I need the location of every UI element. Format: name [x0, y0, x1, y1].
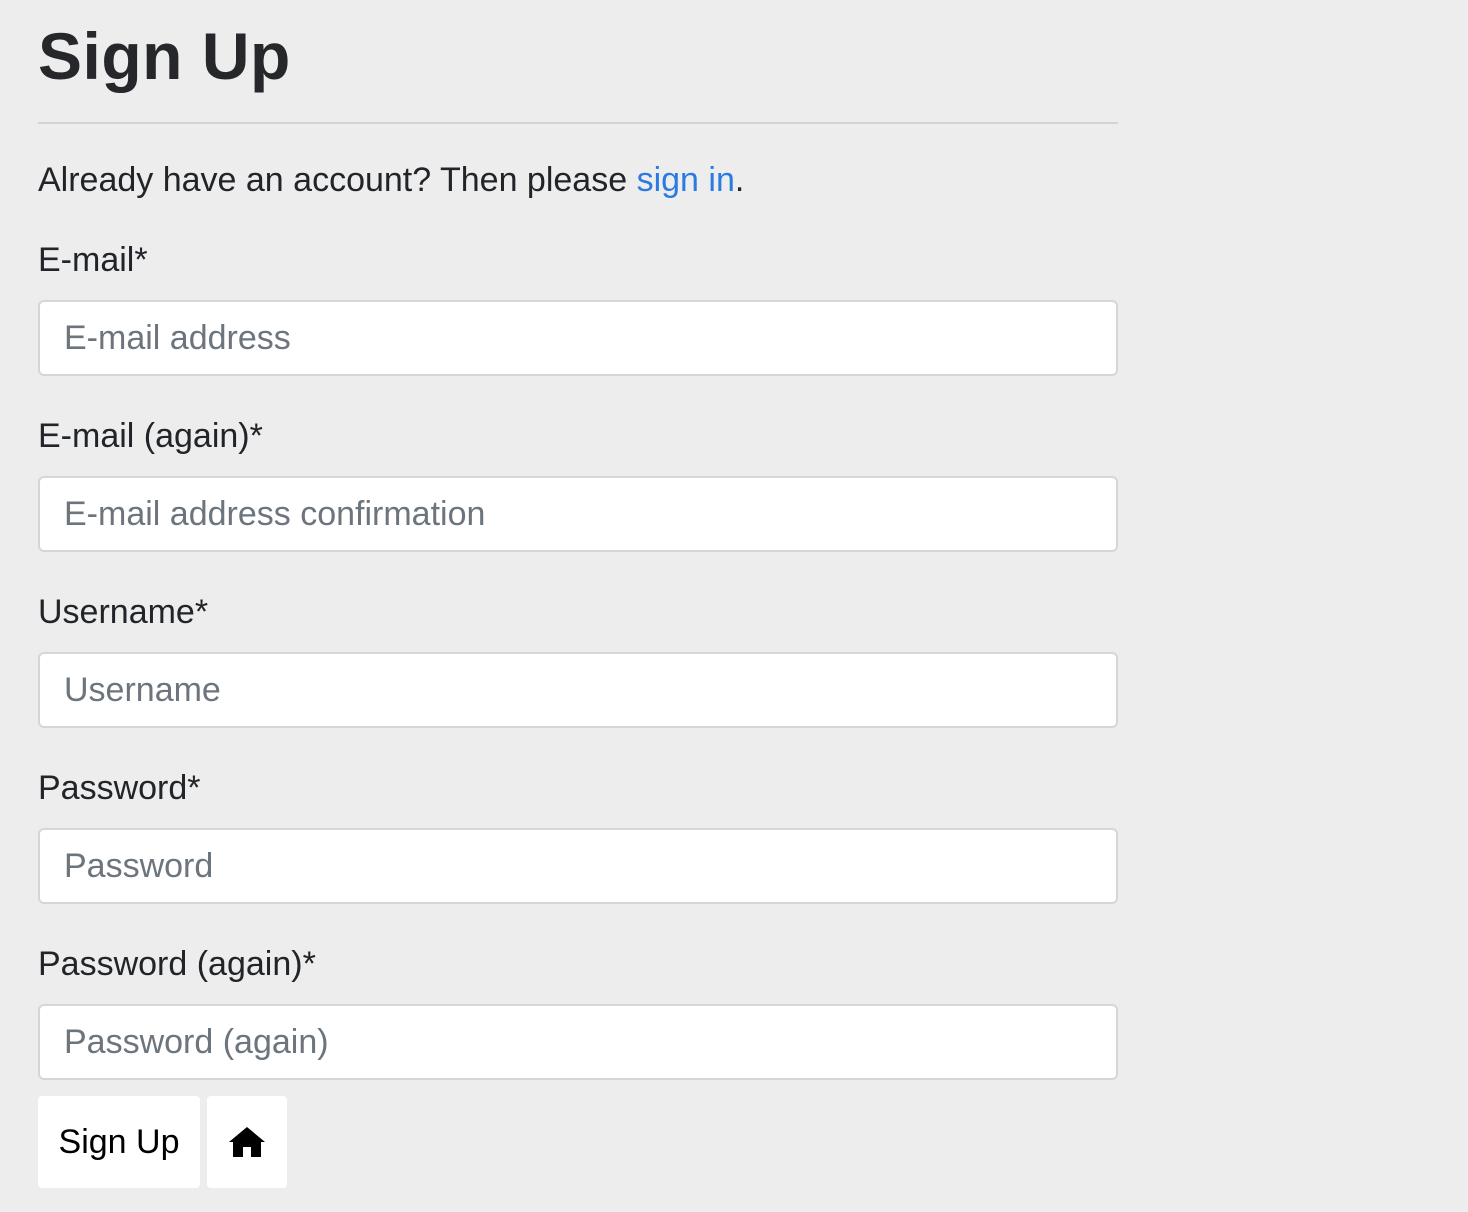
- signin-link[interactable]: sign in: [637, 161, 735, 199]
- email-confirm-label: E-mail (again)*: [38, 417, 263, 455]
- signin-prompt: Already have an account? Then please sig…: [38, 160, 1118, 200]
- password-input[interactable]: [38, 828, 1118, 904]
- password-confirm-field-group: Password (again)*: [38, 944, 1118, 1080]
- home-icon: [228, 1125, 266, 1159]
- signup-button[interactable]: Sign Up: [38, 1096, 200, 1188]
- form-actions: Sign Up: [38, 1096, 287, 1188]
- title-divider: [38, 122, 1118, 124]
- password-confirm-label: Password (again)*: [38, 945, 316, 983]
- email-input[interactable]: [38, 300, 1118, 376]
- signup-container: Sign Up Already have an account? Then pl…: [38, 0, 1118, 1188]
- password-field-group: Password*: [38, 768, 1118, 904]
- email-confirm-input[interactable]: [38, 476, 1118, 552]
- username-label: Username*: [38, 593, 209, 631]
- signup-form: E-mail* E-mail (again)* Username* Passwo…: [38, 240, 1118, 1188]
- password-label: Password*: [38, 769, 201, 807]
- username-field-group: Username*: [38, 592, 1118, 728]
- page-title: Sign Up: [38, 19, 291, 93]
- email-confirm-field-group: E-mail (again)*: [38, 416, 1118, 552]
- signin-prompt-text: Already have an account? Then please: [38, 161, 637, 199]
- home-button[interactable]: [207, 1096, 287, 1188]
- username-input[interactable]: [38, 652, 1118, 728]
- password-confirm-input[interactable]: [38, 1004, 1118, 1080]
- email-field-group: E-mail*: [38, 240, 1118, 376]
- email-label: E-mail*: [38, 241, 148, 279]
- signin-prompt-suffix: .: [734, 161, 745, 199]
